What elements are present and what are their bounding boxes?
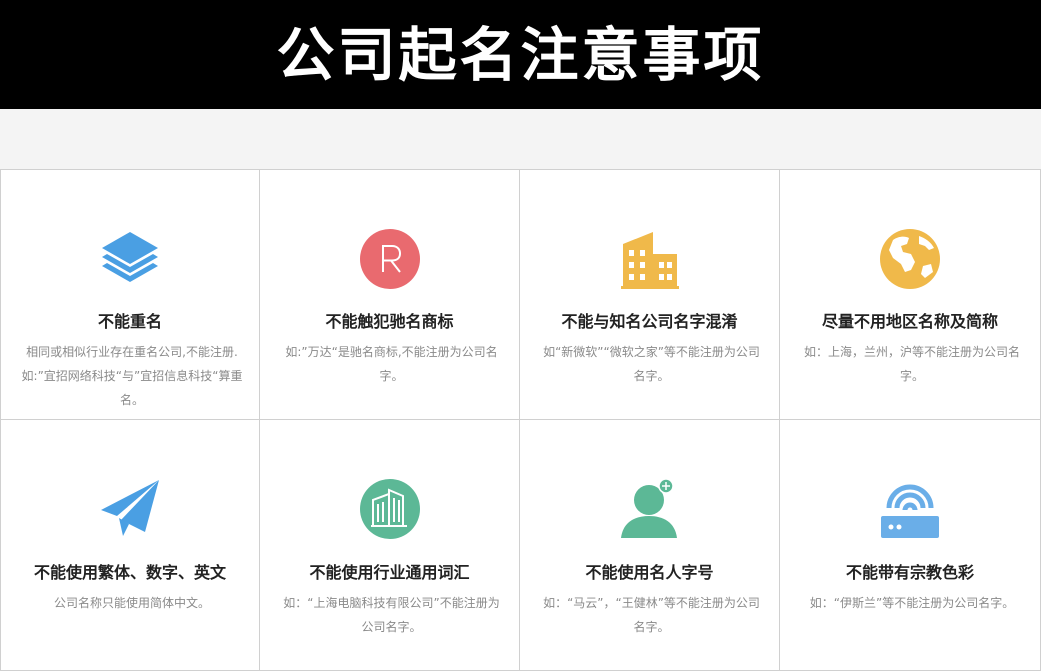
header-banner: 公司起名注意事项 <box>0 0 1041 109</box>
tip-title: 尽量不用地区名称及简称 <box>821 312 998 331</box>
tip-card-celebrity-names: 不能使用名人字号 如：“马云”，“王健林”等不能注册为公司名字。 <box>520 420 780 671</box>
tip-description: 如：“上海电脑科技有限公司”不能注册为公司名字。 <box>283 596 500 634</box>
tip-description: 公司名称只能使用简体中文。 <box>53 596 210 610</box>
globe-icon <box>879 228 941 290</box>
tip-description: 如：上海，兰州，沪等不能注册为公司名字。 <box>803 345 1020 383</box>
paper-plane-icon <box>99 478 161 540</box>
layers-icon <box>99 228 161 290</box>
wifi-router-icon <box>879 478 941 540</box>
buildings-icon <box>619 228 681 290</box>
tip-title: 不能与知名公司名字混淆 <box>561 312 738 331</box>
tip-card-no-duplicate-name: 不能重名 相同或相似行业存在重名公司,不能注册.如:”宜招网络科技“与”宜招信息… <box>0 170 260 420</box>
tip-title: 不能使用名人字号 <box>585 563 714 582</box>
page-title: 公司起名注意事项 <box>276 20 765 89</box>
tip-description: 如:”万达“是驰名商标,不能注册为公司名字。 <box>285 345 498 383</box>
tip-title: 不能重名 <box>97 312 162 331</box>
tip-card-industry-terms: 不能使用行业通用词汇 如：“上海电脑科技有限公司”不能注册为公司名字。 <box>260 420 520 671</box>
spacer-band <box>0 109 1041 170</box>
tip-card-trademark: 不能触犯驰名商标 如:”万达“是驰名商标,不能注册为公司名字。 <box>260 170 520 420</box>
registered-trademark-icon <box>359 228 421 290</box>
tip-title: 不能带有宗教色彩 <box>845 563 974 582</box>
tip-description: 如“新微软”“微软之家”等不能注册为公司名字。 <box>543 345 760 383</box>
tip-card-religious: 不能带有宗教色彩 如：“伊斯兰”等不能注册为公司名字。 <box>780 420 1041 671</box>
tip-card-famous-company: 不能与知名公司名字混淆 如“新微软”“微软之家”等不能注册为公司名字。 <box>520 170 780 420</box>
tip-description: 如：“马云”，“王健林”等不能注册为公司名字。 <box>543 596 760 634</box>
tip-title: 不能使用繁体、数字、英文 <box>33 563 226 582</box>
office-building-icon <box>359 478 421 540</box>
tip-title: 不能触犯驰名商标 <box>325 312 454 331</box>
tip-description: 如：“伊斯兰”等不能注册为公司名字。 <box>809 596 1015 610</box>
tip-title: 不能使用行业通用词汇 <box>309 563 470 582</box>
add-user-icon <box>619 478 681 540</box>
tips-grid: 不能重名 相同或相似行业存在重名公司,不能注册.如:”宜招网络科技“与”宜招信息… <box>0 169 1041 671</box>
tip-description: 相同或相似行业存在重名公司,不能注册.如:”宜招网络科技“与”宜招信息科技“算重… <box>21 345 243 407</box>
tip-card-simplified-chinese: 不能使用繁体、数字、英文 公司名称只能使用简体中文。 <box>0 420 260 671</box>
tip-card-region-name: 尽量不用地区名称及简称 如：上海，兰州，沪等不能注册为公司名字。 <box>780 170 1041 420</box>
